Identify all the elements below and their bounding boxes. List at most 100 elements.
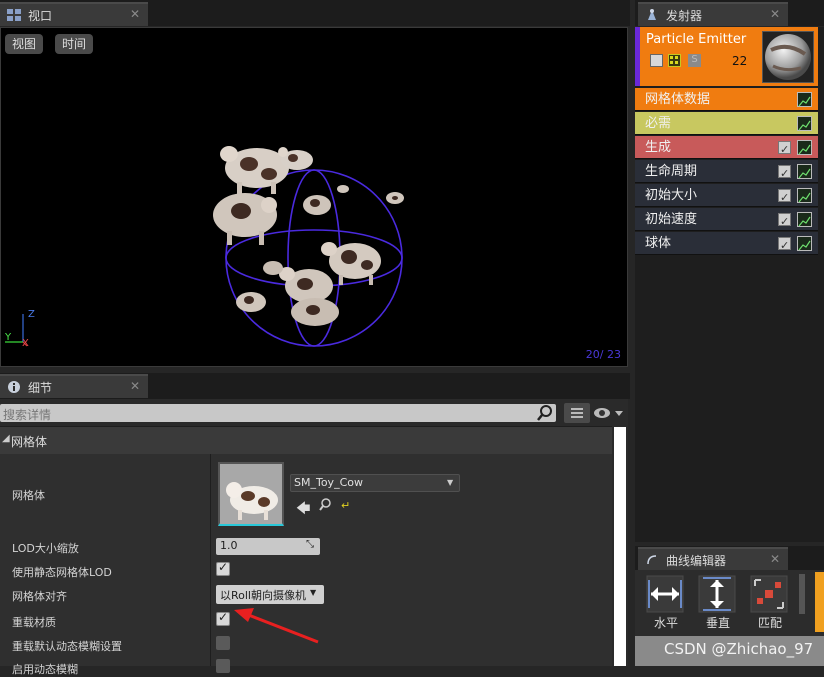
properties-body: 网格体 SM_Toy_Cow ▼ 🡄 ↵ LOD大小缩放 1.0 ⤡ 使用静态网… — [0, 454, 612, 676]
search-icon[interactable] — [537, 404, 553, 425]
scrollbar[interactable] — [614, 427, 626, 666]
cow-particles — [213, 146, 404, 326]
module-initial-size[interactable]: 初始大小 — [635, 184, 818, 209]
module-label: 初始速度 — [645, 212, 698, 227]
details-tab-label: 细节 — [28, 380, 53, 395]
section-title: 网格体 — [11, 435, 48, 449]
use-static-mesh-lod-label: 使用静态网格体LOD — [12, 566, 112, 579]
curve-graph-icon[interactable] — [797, 164, 812, 179]
override-materials-checkbox[interactable] — [216, 610, 230, 626]
module-required[interactable]: 必需 — [635, 112, 818, 135]
curve-graph-icon[interactable] — [797, 212, 812, 227]
column-divider[interactable] — [210, 454, 211, 666]
viewport[interactable]: 视图 时间 Z Y X 20/ 23 — [0, 27, 628, 367]
module-sphere[interactable]: 球体 — [635, 232, 818, 257]
reset-to-default-icon[interactable]: ↵ — [341, 499, 350, 512]
fit-vertical-button[interactable] — [697, 574, 737, 614]
curve-graph-icon[interactable] — [797, 140, 812, 155]
particle-scene: Z Y X — [4, 146, 404, 349]
fit-match-label: 匹配 — [758, 616, 783, 630]
mesh-alignment-label: 网格体对齐 — [12, 590, 67, 603]
search-placeholder: 搜索详情 — [3, 408, 52, 422]
search-input[interactable]: 搜索详情 — [0, 404, 556, 422]
use-static-mesh-lod-checkbox[interactable] — [216, 560, 230, 576]
module-label: 初始大小 — [645, 188, 698, 203]
module-lifetime[interactable]: 生命周期 — [635, 160, 818, 185]
mesh-asset-value: SM_Toy_Cow — [294, 476, 363, 489]
curve-editor-tab-label: 曲线编辑器 — [666, 553, 727, 568]
viewport-tab[interactable]: 视口 ✕ — [0, 2, 148, 26]
solo-icon[interactable] — [668, 54, 681, 67]
module-label: 网格体数据 — [645, 92, 711, 107]
list-view-button[interactable] — [564, 403, 590, 423]
module-checkbox[interactable] — [778, 234, 791, 257]
curve-icon — [644, 553, 660, 567]
curve-graph-icon[interactable] — [797, 236, 812, 251]
module-checkbox[interactable] — [778, 210, 791, 233]
browse-search-icon[interactable] — [319, 498, 332, 515]
module-spawn[interactable]: 生成 — [635, 136, 818, 161]
override-motion-blur-checkbox[interactable] — [216, 636, 230, 650]
emitter-name: Particle Emitter — [646, 32, 747, 47]
mesh-label: 网格体 — [12, 489, 45, 502]
mesh-asset-dropdown[interactable]: SM_Toy_Cow ▼ — [290, 474, 460, 492]
fit-horizontal-label: 水平 — [654, 616, 679, 630]
module-checkbox[interactable] — [778, 138, 791, 161]
module-label: 生成 — [645, 140, 672, 155]
lod-size-scale-label: LOD大小缩放 — [12, 542, 79, 555]
module-label: 球体 — [645, 236, 672, 251]
enable-motion-blur-label: 启用动态模糊 — [12, 663, 78, 676]
close-icon[interactable]: ✕ — [770, 552, 780, 566]
eye-visibility-icon[interactable] — [593, 405, 625, 424]
info-icon — [6, 380, 22, 394]
curve-graph-icon[interactable] — [797, 188, 812, 203]
close-icon[interactable]: ✕ — [130, 379, 140, 393]
fit-match-button[interactable] — [749, 574, 789, 614]
axis-x-label: X — [22, 338, 29, 349]
fit-vertical-label: 垂直 — [706, 616, 731, 630]
curve-graph-icon[interactable] — [797, 116, 812, 131]
module-label: 生命周期 — [645, 164, 698, 179]
close-icon[interactable]: ✕ — [130, 7, 140, 21]
enable-checkbox[interactable] — [650, 54, 663, 67]
emitter-header[interactable]: Particle Emitter S 22 — [635, 27, 818, 86]
lod-size-scale-value: 1.0 — [220, 539, 238, 552]
module-label: 必需 — [645, 116, 672, 131]
mesh-thumbnail[interactable] — [218, 462, 284, 526]
material-thumbnail — [762, 31, 814, 83]
s-button[interactable]: S — [688, 54, 701, 67]
emitter-panel: Particle Emitter S 22 网格体数据 必需 生成 生命周期 初… — [635, 27, 824, 542]
emitter-tab-label: 发射器 — [666, 8, 703, 23]
fit-horizontal-button[interactable] — [645, 574, 685, 614]
annotation-arrow — [234, 608, 319, 644]
resize-icon[interactable]: ⤡ — [306, 539, 314, 550]
emitter-icon — [644, 8, 660, 22]
section-header[interactable]: ◢ 网格体 — [0, 426, 612, 454]
details-tab[interactable]: 细节 ✕ — [0, 374, 148, 398]
emitter-tab[interactable]: 发射器 ✕ — [638, 2, 788, 26]
frame-counter: 20/ 23 — [585, 348, 621, 361]
collapse-arrow-icon[interactable]: ◢ — [2, 433, 10, 444]
mesh-alignment-dropdown[interactable]: 以Roll朝向摄像机 ▼ — [216, 585, 324, 604]
override-motion-blur-label: 重载默认动态模糊设置 — [12, 640, 122, 653]
curve-editor-tab[interactable]: 曲线编辑器 ✕ — [638, 547, 788, 571]
axis-y-label: Y — [4, 332, 12, 343]
use-selected-arrow-icon[interactable]: 🡄 — [296, 498, 310, 522]
module-mesh-data[interactable]: 网格体数据 — [635, 88, 818, 111]
grid-icon — [6, 8, 22, 22]
close-icon[interactable]: ✕ — [770, 7, 780, 21]
chevron-down-icon: ▼ — [310, 588, 317, 597]
enable-motion-blur-checkbox[interactable] — [216, 659, 230, 673]
override-materials-label: 重载材质 — [12, 616, 56, 629]
chevron-down-icon: ▼ — [447, 478, 454, 487]
module-checkbox[interactable] — [778, 186, 791, 209]
viewport-tab-label: 视口 — [28, 8, 53, 23]
lod-size-scale-input[interactable]: 1.0 ⤡ — [216, 538, 320, 555]
module-checkbox[interactable] — [778, 162, 791, 185]
particle-count: 22 — [732, 54, 748, 68]
curve-graph-icon[interactable] — [797, 92, 812, 107]
details-panel: 搜索详情 ◢ 网格体 网格体 SM_Toy_Cow ▼ 🡄 ↵ LOD大小缩放 … — [0, 399, 628, 676]
module-initial-velocity[interactable]: 初始速度 — [635, 208, 818, 233]
mesh-alignment-value: 以Roll朝向摄像机 — [220, 589, 306, 602]
toolbar-overflow[interactable] — [815, 572, 824, 632]
